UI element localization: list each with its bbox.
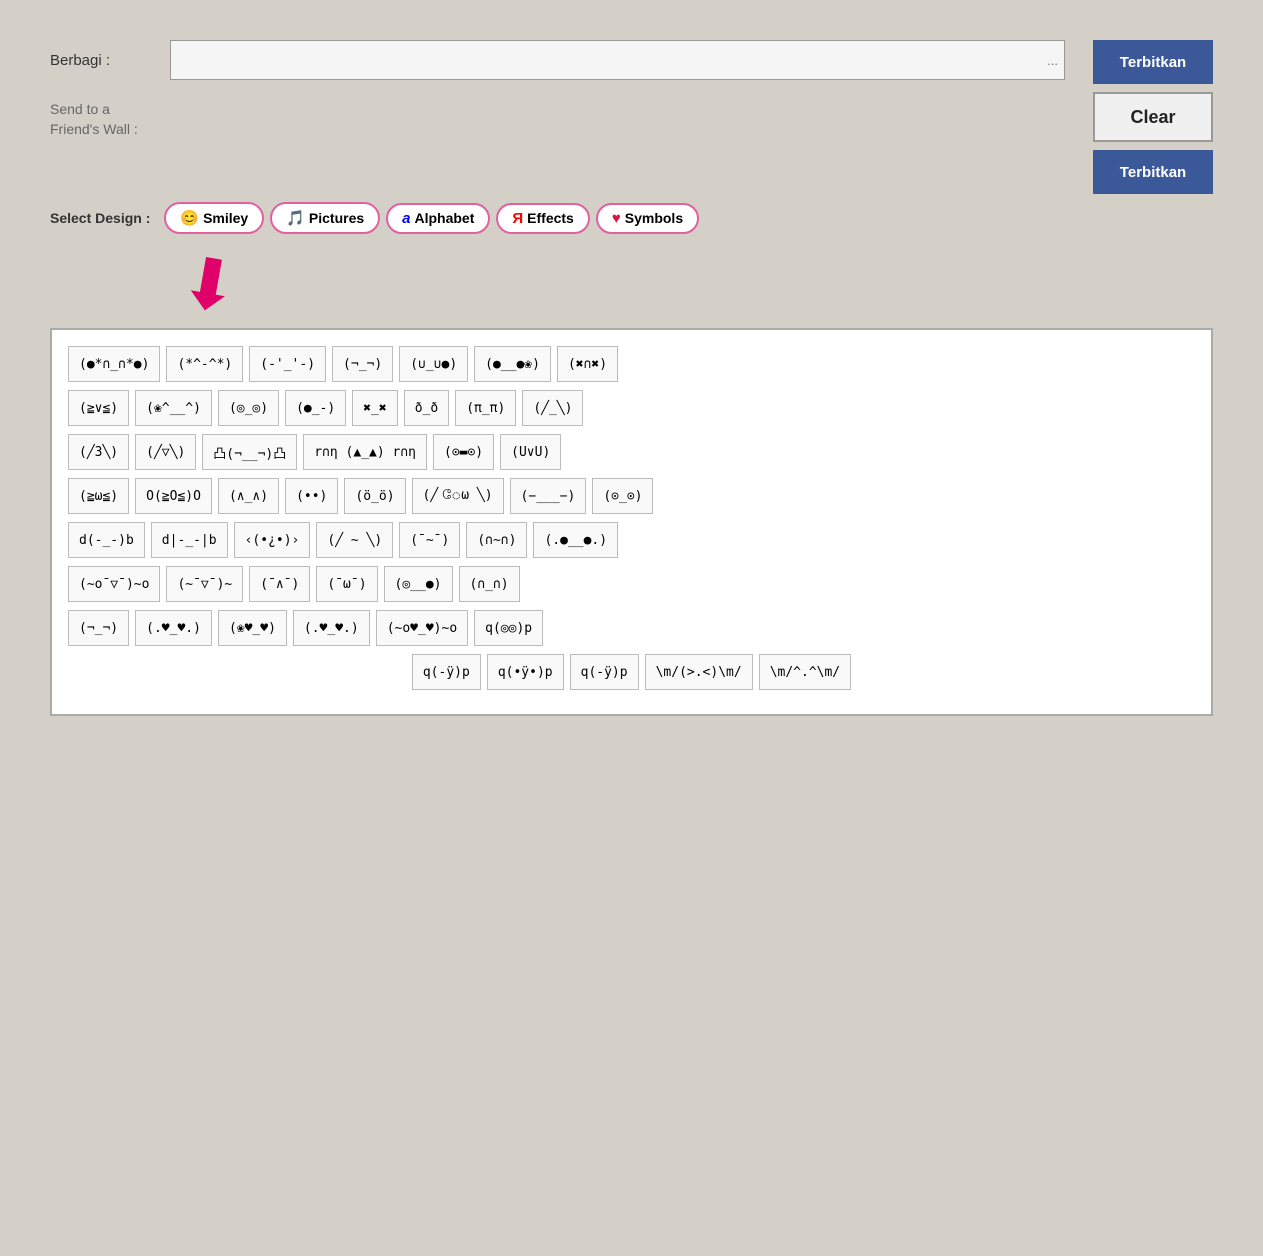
emoticon-btn[interactable]: (╱_╲) <box>522 390 583 426</box>
grid-row-6: (∼o¯▽¯)∼o (∼¯▽¯)∼ (¯∧¯) (¯ω¯) (◎__●) (∩_… <box>68 566 1195 602</box>
arrow-container: ⬇ <box>180 250 1213 320</box>
emoticon-btn[interactable]: (≧ω≦) <box>68 478 129 514</box>
emoticon-btn[interactable]: (∩∼∩) <box>466 522 527 558</box>
emoticon-btn[interactable]: (∼¯▽¯)∼ <box>166 566 243 602</box>
emoticon-btn[interactable]: (π_π) <box>455 390 516 426</box>
emoticon-btn[interactable]: (−___−) <box>510 478 587 514</box>
pictures-icon: 🎵 <box>286 209 305 227</box>
emoticon-btn[interactable]: (╱ ேω ╲) <box>412 478 504 514</box>
emoticon-btn[interactable]: (.♥_♥.) <box>293 610 370 646</box>
tab-symbols-label: Symbols <box>625 210 683 226</box>
top-section: Berbagi : Send to aFriend's Wall : Terbi… <box>50 40 1213 194</box>
emoticon-btn[interactable]: O(≧O≦)O <box>135 478 212 514</box>
emoticon-btn[interactable]: d|-_-|b <box>151 522 228 558</box>
top-right: Terbitkan Clear Terbitkan <box>1065 40 1213 194</box>
grid-row-5: d(-_-)b d|-_-|b ‹(•¿•)› (╱ ∼ ╲) (¯∼¯) (∩… <box>68 522 1195 558</box>
emoticon-btn[interactable]: 凸(¬__¬)凸 <box>202 434 297 470</box>
tab-alphabet-label: Alphabet <box>414 210 474 226</box>
friend-wall-row: Send to aFriend's Wall : <box>50 100 1065 139</box>
terbitkan-button-2[interactable]: Terbitkan <box>1093 150 1213 194</box>
tab-smiley-label: Smiley <box>203 210 248 226</box>
down-arrow-icon: ⬇ <box>174 245 244 324</box>
emoticon-btn[interactable]: (-'_'-) <box>249 346 326 382</box>
emoticon-btn[interactable]: d(-_-)b <box>68 522 145 558</box>
emoticon-btn[interactable]: (¯ω¯) <box>316 566 377 602</box>
emoticon-btn[interactable]: \m/^.^\m/ <box>759 654 851 690</box>
emoticon-btn[interactable]: (●*∩_∩*●) <box>68 346 160 382</box>
select-design-row: Select Design : 😊 Smiley 🎵 Pictures a Al… <box>50 202 1213 234</box>
emoticon-btn[interactable]: (✖∩✖) <box>557 346 618 382</box>
emoticon-btn[interactable]: (●_-) <box>285 390 346 426</box>
tab-smiley[interactable]: 😊 Smiley <box>164 202 264 234</box>
emoticon-btn[interactable]: (⊙▬⊙) <box>433 434 494 470</box>
emoticon-btn[interactable]: (••) <box>285 478 338 514</box>
emoticon-btn[interactable]: (∩_∩) <box>459 566 520 602</box>
emoticon-btn[interactable]: q(◎◎)p <box>474 610 543 646</box>
emoticon-btn[interactable]: q(-ÿ)p <box>570 654 639 690</box>
emoticon-btn[interactable]: (╱ ∼ ╲) <box>316 522 393 558</box>
grid-row-2: (≧∨≦) (❀^__^) (◎_◎) (●_-) ✖_✖ ð_ð (π_π) … <box>68 390 1195 426</box>
share-input[interactable] <box>170 40 1065 80</box>
terbitkan-button-1[interactable]: Terbitkan <box>1093 40 1213 84</box>
emoticon-btn[interactable]: (⊙_⊙) <box>592 478 653 514</box>
grid-row-1: (●*∩_∩*●) (*^‐^*) (-'_'-) (¬_¬) (∪_∪●) (… <box>68 346 1195 382</box>
emoticon-btn[interactable]: (.♥_♥.) <box>135 610 212 646</box>
main-container: Berbagi : Send to aFriend's Wall : Terbi… <box>20 20 1243 736</box>
tab-alphabet[interactable]: a Alphabet <box>386 203 490 234</box>
tab-pictures-label: Pictures <box>309 210 364 226</box>
emoticon-btn[interactable]: (¬_¬) <box>332 346 393 382</box>
emoticon-btn[interactable]: (U∨U) <box>500 434 561 470</box>
emoticon-btn[interactable]: (●__●❀) <box>474 346 551 382</box>
tab-effects[interactable]: Я Effects <box>496 203 589 234</box>
tab-pictures[interactable]: 🎵 Pictures <box>270 202 380 234</box>
alphabet-icon: a <box>402 210 410 227</box>
emoticon-btn[interactable]: (❀^__^) <box>135 390 212 426</box>
select-design-label: Select Design : <box>50 210 150 226</box>
grid-row-7: (¬_¬) (.♥_♥.) (❀♥_♥) (.♥_♥.) (∼o♥_♥)∼o q… <box>68 610 1195 646</box>
emoticon-btn[interactable]: (∧_∧) <box>218 478 279 514</box>
emoticon-btn[interactable]: (∪_∪●) <box>399 346 468 382</box>
friend-wall-label: Send to aFriend's Wall : <box>50 100 170 139</box>
emoticon-btn[interactable]: ✖_✖ <box>352 390 397 426</box>
emoticon-btn[interactable]: (ö_ö) <box>344 478 405 514</box>
tab-effects-label: Effects <box>527 210 574 226</box>
smiley-icon: 😊 <box>180 209 199 227</box>
emoticon-btn[interactable]: (≧∨≦) <box>68 390 129 426</box>
emoticon-btn[interactable]: ð_ð <box>404 390 449 426</box>
emoticon-btn[interactable]: \m/(>.<)\m/ <box>645 654 753 690</box>
share-label: Berbagi : <box>50 52 170 69</box>
grid-row-3: (╱3╲) (╱▽╲) 凸(¬__¬)凸 r∩η (▲_▲) r∩η (⊙▬⊙)… <box>68 434 1195 470</box>
emoticon-btn[interactable]: (.●__●.) <box>533 522 618 558</box>
emoticon-btn[interactable]: (∼o♥_♥)∼o <box>376 610 468 646</box>
emoticon-btn[interactable]: (¯∼¯) <box>399 522 460 558</box>
emoticon-btn[interactable]: (❀♥_♥) <box>218 610 287 646</box>
emoticon-btn[interactable]: q(•ÿ•)p <box>487 654 564 690</box>
top-left: Berbagi : Send to aFriend's Wall : <box>50 40 1065 194</box>
tab-symbols[interactable]: ♥ Symbols <box>596 203 699 234</box>
emoticon-btn[interactable]: (◎_◎) <box>218 390 279 426</box>
emoticon-btn[interactable]: (¯∧¯) <box>249 566 310 602</box>
grid-row-8: q(-ÿ)p q(•ÿ•)p q(-ÿ)p \m/(>.<)\m/ \m/^.^… <box>68 654 1195 690</box>
grid-row-4: (≧ω≦) O(≧O≦)O (∧_∧) (••) (ö_ö) (╱ ேω ╲) … <box>68 478 1195 514</box>
emoticon-btn[interactable]: (∼o¯▽¯)∼o <box>68 566 160 602</box>
emoticon-btn[interactable]: (◎__●) <box>384 566 453 602</box>
emoticon-btn[interactable]: (¬_¬) <box>68 610 129 646</box>
symbols-icon: ♥ <box>612 210 621 227</box>
emoticon-btn[interactable]: (*^‐^*) <box>166 346 243 382</box>
emoticon-btn[interactable]: (╱3╲) <box>68 434 129 470</box>
clear-button[interactable]: Clear <box>1093 92 1213 142</box>
emoticon-btn[interactable]: q(-ÿ)p <box>412 654 481 690</box>
effects-icon: Я <box>512 210 523 227</box>
emoticon-btn[interactable]: ‹(•¿•)› <box>234 522 311 558</box>
emoticon-btn[interactable]: r∩η (▲_▲) r∩η <box>303 434 427 470</box>
share-row: Berbagi : <box>50 40 1065 80</box>
emoticon-btn[interactable]: (╱▽╲) <box>135 434 196 470</box>
smiley-grid: (●*∩_∩*●) (*^‐^*) (-'_'-) (¬_¬) (∪_∪●) (… <box>50 328 1213 716</box>
